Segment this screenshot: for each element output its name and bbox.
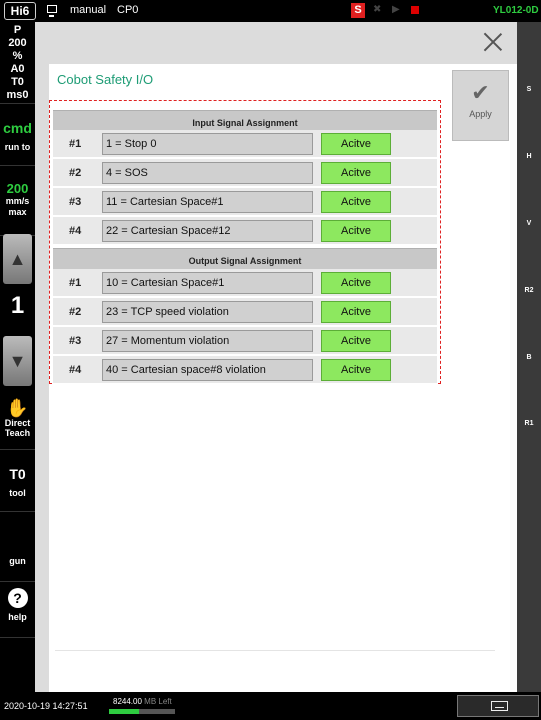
hi6-logo: Hi6	[4, 2, 36, 20]
memory-bar	[109, 709, 175, 714]
output-row-2: #2 23 = TCP speed violation Acitve	[53, 298, 437, 326]
active-toggle[interactable]: Acitve	[321, 220, 391, 242]
input-row-4: #4 22 = Cartesian Space#12 Acitve	[53, 217, 437, 245]
status-line: %	[12, 50, 23, 62]
keyboard-icon	[491, 701, 508, 711]
signal-assignment-field[interactable]: 40 = Cartesian space#8 violation	[102, 359, 313, 381]
active-toggle[interactable]: Acitve	[321, 330, 391, 352]
tool-button[interactable]: T0 tool	[0, 454, 35, 512]
signal-assignment-field[interactable]: 27 = Momentum violation	[102, 330, 313, 352]
gun-label: gun	[9, 556, 26, 566]
datetime: 2020-10-19 14:27:51	[4, 701, 88, 711]
active-toggle[interactable]: Acitve	[321, 133, 391, 155]
keyboard-button[interactable]	[457, 695, 539, 717]
controller-icon	[47, 5, 57, 17]
apply-label: Apply	[469, 109, 492, 119]
memory-value: 8244.00	[113, 697, 142, 706]
gun-button[interactable]: gun	[0, 542, 35, 582]
s-badge: S	[351, 3, 365, 18]
step-down-button[interactable]: ▼	[3, 336, 32, 386]
axis-label-s[interactable]: S	[517, 86, 541, 93]
divider	[55, 650, 495, 651]
axis-label-b[interactable]: B	[517, 354, 541, 361]
row-number: #2	[69, 167, 82, 179]
help-icon: ?	[7, 588, 28, 608]
speed-value: 200	[6, 181, 29, 196]
pause-icon: ✖	[373, 4, 382, 15]
status-block: P 200 % A0 T0 ms0	[0, 22, 35, 104]
cmd-button[interactable]: cmd run to	[0, 116, 35, 166]
axis-label-r1[interactable]: R1	[517, 420, 541, 427]
top-status-bar: Hi6 manual CP0 S ✖ ▶ YL012-0D	[0, 0, 541, 22]
memory-status: 8244.00 MB Left	[113, 697, 172, 706]
row-number: #3	[69, 335, 82, 347]
signal-assignment-field[interactable]: 23 = TCP speed violation	[102, 301, 313, 323]
operation-mode: manual	[70, 4, 107, 16]
row-number: #2	[69, 306, 82, 318]
direct-teach-label: Teach	[4, 428, 31, 438]
axis-jog-panel: S H V R2 B R1	[517, 22, 541, 692]
signal-assignment-field[interactable]: 10 = Cartesian Space#1	[102, 272, 313, 294]
direct-teach-label: Direct	[4, 418, 31, 428]
input-row-2: #2 4 = SOS Acitve	[53, 159, 437, 187]
output-row-1: #1 10 = Cartesian Space#1 Acitve	[53, 269, 437, 297]
help-label: help	[8, 612, 27, 622]
status-line: T0	[11, 76, 24, 88]
program-indicator: CP0	[117, 4, 139, 16]
page-title: Cobot Safety I/O	[57, 72, 154, 87]
checkmark-icon: ✔	[471, 80, 490, 105]
input-section-header: Input Signal Assignment	[53, 110, 437, 132]
active-toggle[interactable]: Acitve	[321, 359, 391, 381]
tool-value: T0	[9, 466, 26, 482]
output-row-4: #4 40 = Cartesian space#8 violation Acit…	[53, 356, 437, 384]
row-number: #1	[69, 277, 82, 289]
left-control-panel: P 200 % A0 T0 ms0 cmd run to 200 mm/s ma…	[0, 22, 35, 692]
robot-id: YL012-0D	[493, 5, 539, 16]
signal-assignment-field[interactable]: 1 = Stop 0	[102, 133, 313, 155]
cobot-safety-io-dialog: Cobot Safety I/O ✔ Apply Input Signal As…	[35, 22, 517, 692]
direct-teach-button[interactable]: ✋ Direct Teach	[0, 394, 35, 450]
row-number: #3	[69, 196, 82, 208]
dialog-header	[35, 22, 517, 64]
input-row-1: #1 1 = Stop 0 Acitve	[53, 130, 437, 158]
tool-label: tool	[9, 488, 26, 498]
status-line: A0	[10, 63, 25, 75]
row-number: #4	[69, 364, 82, 376]
active-toggle[interactable]: Acitve	[321, 272, 391, 294]
signal-assignment-field[interactable]: 11 = Cartesian Space#1	[102, 191, 313, 213]
help-button[interactable]: ? help	[0, 582, 35, 638]
row-number: #4	[69, 225, 82, 237]
stop-icon	[411, 6, 419, 14]
speed-mode: max	[8, 207, 27, 217]
close-icon[interactable]	[481, 30, 505, 54]
active-toggle[interactable]: Acitve	[321, 162, 391, 184]
step-up-button[interactable]: ▲	[3, 234, 32, 284]
signal-assignment-field[interactable]: 4 = SOS	[102, 162, 313, 184]
run-to-label: run to	[4, 142, 31, 152]
axis-label-h[interactable]: H	[517, 153, 541, 160]
output-row-3: #3 27 = Momentum violation Acitve	[53, 327, 437, 355]
memory-bar-fill	[109, 709, 139, 714]
play-icon: ▶	[392, 4, 400, 15]
axis-label-r2[interactable]: R2	[517, 287, 541, 294]
signal-assignment-field[interactable]: 22 = Cartesian Space#12	[102, 220, 313, 242]
speed-button[interactable]: 200 mm/s max	[0, 176, 35, 236]
speed-unit: mm/s	[5, 196, 30, 206]
cmd-label: cmd	[3, 120, 32, 136]
active-toggle[interactable]: Acitve	[321, 301, 391, 323]
active-toggle[interactable]: Acitve	[321, 191, 391, 213]
axis-label-v[interactable]: V	[517, 220, 541, 227]
status-line: 200	[8, 37, 27, 49]
memory-label: MB Left	[144, 697, 172, 706]
status-line: P	[13, 24, 22, 36]
bottom-status-bar: 2020-10-19 14:27:51 8244.00 MB Left	[0, 692, 541, 720]
status-line: ms0	[6, 89, 29, 101]
apply-button[interactable]: ✔ Apply	[452, 70, 509, 141]
hand-icon: ✋	[6, 398, 29, 418]
step-number: 1	[10, 292, 25, 319]
input-row-3: #3 11 = Cartesian Space#1 Acitve	[53, 188, 437, 216]
row-number: #1	[69, 138, 82, 150]
output-section-header: Output Signal Assignment	[53, 248, 437, 270]
